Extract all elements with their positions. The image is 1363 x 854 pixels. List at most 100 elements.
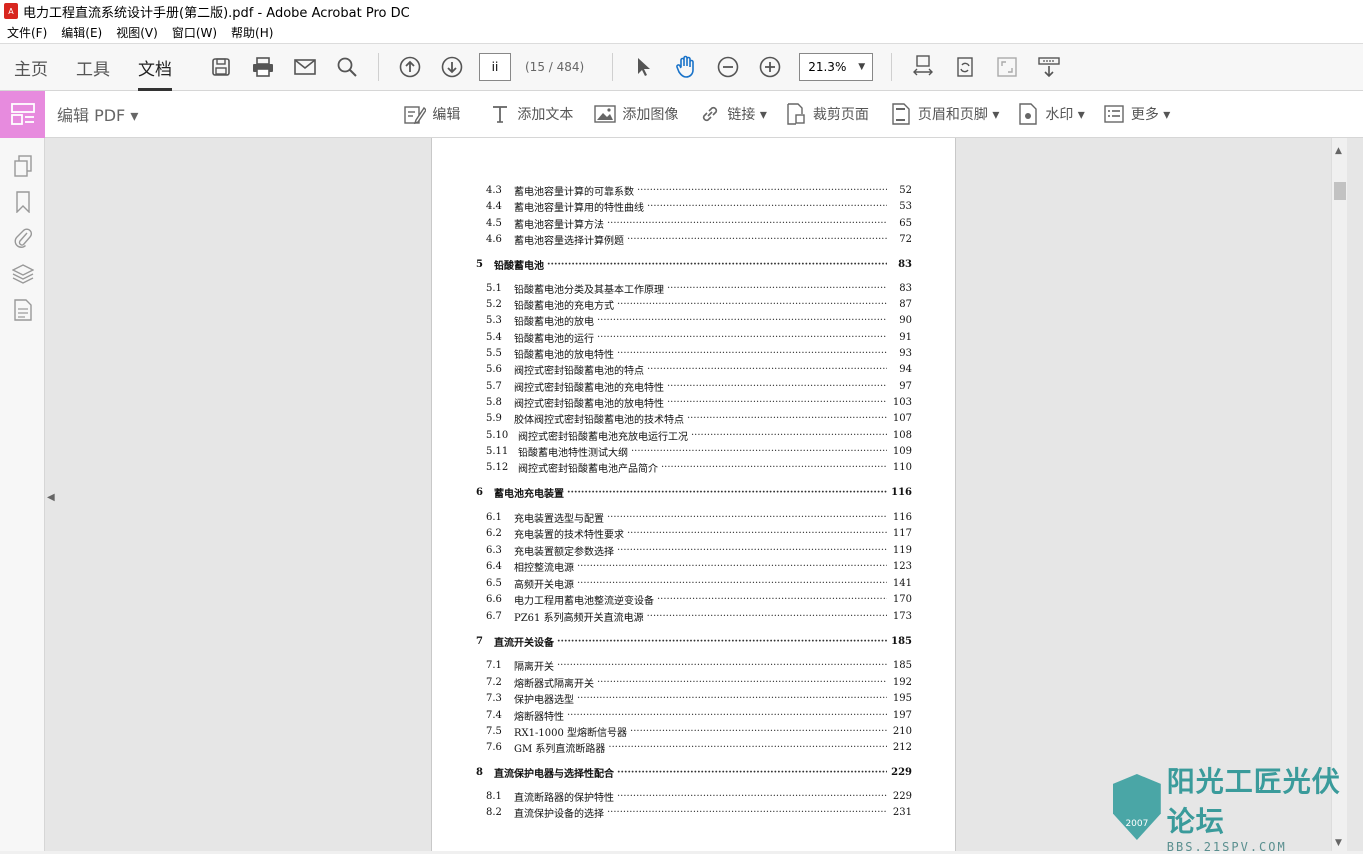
toc-leader-dots (617, 348, 887, 359)
link-tool[interactable]: 链接 ▾ (699, 103, 767, 125)
link-icon (699, 103, 721, 125)
zoom-value: 21.3% (808, 60, 847, 74)
fullscreen-icon[interactable] (991, 51, 1023, 83)
toc-number: 5 (476, 258, 483, 270)
print-icon[interactable] (247, 51, 279, 83)
menu-window[interactable]: 窗口(W) (172, 24, 217, 41)
page-thumbnails-icon[interactable] (0, 148, 45, 184)
toc-entry: 5.11 铅酸蓄电池特性测试大纲 109 (432, 443, 957, 459)
search-icon[interactable] (331, 51, 363, 83)
attachment-icon[interactable] (0, 220, 45, 256)
menu-view[interactable]: 视图(V) (116, 24, 158, 41)
toc-entry: 7.4 熔断器特性 197 (432, 707, 957, 723)
toc-number: 5.9 (486, 412, 502, 424)
toc-entry: 4.6 蓄电池容量选择计算例题 72 (432, 231, 957, 247)
toc-entry: 5.4 铅酸蓄电池的运行 91 (432, 329, 957, 345)
collapse-left-panel-icon[interactable]: ◀ (47, 492, 55, 503)
previous-page-icon[interactable] (394, 51, 426, 83)
tab-document[interactable]: 文档 (138, 43, 172, 91)
hand-tool-icon[interactable] (670, 51, 702, 83)
page-number-input[interactable]: ii (479, 53, 511, 81)
fit-width-icon[interactable] (907, 51, 939, 83)
forum-logo-seal: 2007 (1125, 819, 1149, 829)
toc-entry: 5.7 阀控式密封铅酸蓄电池的充电特性 97 (432, 378, 957, 394)
toc-title: 直流保护设备的选择 (514, 808, 604, 820)
toc-entry: 6.2 充电装置的技术特性要求 117 (432, 525, 957, 541)
scrollbar-thumb[interactable] (1334, 182, 1346, 200)
crop-pages-tool[interactable]: 裁剪页面 (785, 103, 869, 125)
next-page-icon[interactable] (436, 51, 468, 83)
scroll-up-icon[interactable]: ▲ (1335, 146, 1342, 156)
more-tools[interactable]: 更多 ▾ (1103, 103, 1170, 125)
toc-title: GM 系列直流断路器 (514, 743, 606, 755)
toc-title: 充电装置的技术特性要求 (514, 529, 624, 541)
watermark-icon (1017, 103, 1039, 125)
toc-entry: 5.5 铅酸蓄电池的放电特性 93 (432, 345, 957, 361)
forum-url: BBS.21SPV.COM (1166, 840, 1287, 854)
window-titlebar: A 电力工程直流系统设计手册(第二版).pdf - Adobe Acrobat … (0, 0, 1363, 22)
toc-title: 铅酸蓄电池的放电 (514, 316, 594, 328)
toc-number: 6 (476, 486, 483, 498)
tab-home[interactable]: 主页 (14, 43, 48, 91)
toc-leader-dots (547, 259, 887, 270)
watermark-tool[interactable]: 水印 ▾ (1017, 103, 1085, 125)
toc-title: 蓄电池容量计算用的特性曲线 (514, 202, 644, 214)
toc-leader-dots (617, 791, 887, 802)
toc-leader-dots (607, 218, 887, 229)
document-viewport[interactable]: 4.3 蓄电池容量计算的可靠系数 52 4.4 蓄电池容量计算用的特性曲线 53 4.5 蓄电… (45, 138, 1331, 851)
edit-tool[interactable]: 编辑 (404, 103, 460, 125)
vertical-scrollbar[interactable]: ▲ ▼ (1331, 138, 1347, 851)
add-image-icon (594, 103, 617, 125)
toc-title: 充电装置额定参数选择 (514, 546, 614, 558)
save-icon[interactable] (205, 51, 237, 83)
toolbar-divider (378, 53, 379, 81)
menu-edit[interactable]: 编辑(E) (61, 24, 102, 41)
toc-entry: 6.4 相控整流电源 123 (432, 558, 957, 574)
toc-title: 保护电器选型 (514, 694, 574, 706)
tab-tools[interactable]: 工具 (76, 43, 110, 91)
document-properties-icon[interactable] (0, 292, 45, 328)
header-footer-label: 页眉和页脚 ▾ (917, 107, 1000, 123)
toc-entry: 5.2 铅酸蓄电池的充电方式 87 (432, 296, 957, 312)
toc-entry: 7.2 熔断器式隔离开关 192 (432, 674, 957, 690)
window-title: 电力工程直流系统设计手册(第二版).pdf - Adobe Acrobat Pr… (23, 5, 410, 21)
add-text-tool[interactable]: 添加文本 (489, 103, 573, 125)
add-image-tool[interactable]: 添加图像 (594, 103, 678, 125)
edit-text-icon (404, 103, 427, 125)
toc-number: 7.2 (486, 676, 502, 688)
toc-title: 阀控式密封铅酸蓄电池充放电运行工况 (518, 431, 688, 443)
toc-title: 铅酸蓄电池的放电特性 (514, 349, 614, 361)
toc-title: 熔断器式隔离开关 (514, 678, 594, 690)
toc-page-number: 212 (892, 741, 912, 753)
menu-file[interactable]: 文件(F) (7, 24, 47, 41)
read-mode-icon[interactable] (1033, 51, 1065, 83)
toc-page-number: 116 (891, 486, 912, 498)
layers-icon[interactable] (0, 256, 45, 292)
toc-number: 6.4 (486, 560, 502, 572)
toc-entry: 4.4 蓄电池容量计算用的特性曲线 53 (432, 198, 957, 214)
menu-help[interactable]: 帮助(H) (231, 24, 273, 41)
edit-pdf-menu[interactable]: 编辑 PDF ▾ (57, 102, 138, 126)
toc-number: 7 (476, 635, 483, 647)
edit-pdf-icon[interactable] (0, 90, 45, 138)
toolbar-divider (612, 53, 614, 81)
select-cursor-icon[interactable] (628, 51, 660, 83)
zoom-select[interactable]: 21.3% ▼ (799, 53, 874, 81)
toc-entry: 5.9 胶体阀控式密封铅酸蓄电池的技术特点 107 (432, 410, 957, 426)
watermark-label: 水印 ▾ (1045, 107, 1085, 123)
zoom-out-icon[interactable] (712, 51, 744, 83)
toc-number: 7.4 (486, 709, 502, 721)
toc-number: 6.1 (486, 511, 502, 523)
email-icon[interactable] (289, 51, 321, 83)
bookmark-icon[interactable] (0, 184, 45, 220)
rotate-page-icon[interactable] (949, 51, 981, 83)
header-footer-tool[interactable]: 页眉和页脚 ▾ (890, 103, 999, 125)
toc-page-number: 116 (892, 511, 912, 523)
toc-chapter-entry: 6 蓄电池充电装置 116 (432, 484, 957, 500)
zoom-in-icon[interactable] (754, 51, 786, 83)
add-text-label: 添加文本 (517, 107, 574, 123)
toc-title: 阀控式密封铅酸蓄电池的充电特性 (514, 382, 664, 394)
toc-title: 熔断器特性 (514, 711, 564, 723)
toc-page-number: 90 (899, 314, 912, 326)
toc-page-number: 109 (892, 445, 912, 457)
